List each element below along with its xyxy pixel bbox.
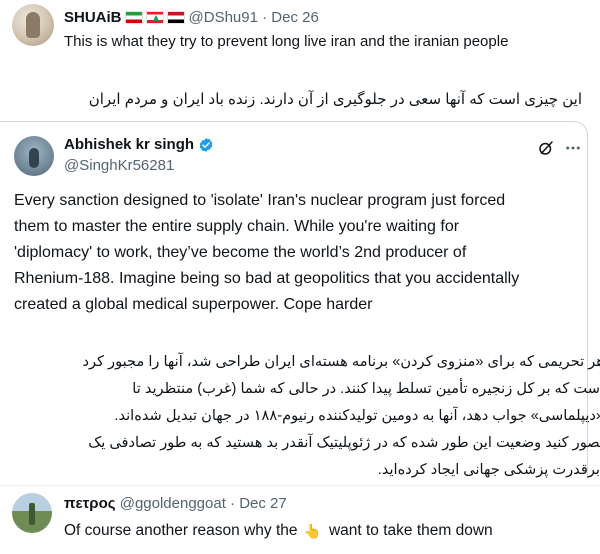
translation-text: هر تحریمی که برای «منزوی کردن» برنامه هس… <box>0 349 600 484</box>
iran-flag-icon <box>124 10 143 24</box>
quoted-post-text: Every sanction designed to 'isolate' Ira… <box>14 188 584 318</box>
translation-line: تصور کنید وضعیت این طور شده که در ژئوپلی… <box>88 435 600 451</box>
divider <box>0 485 600 486</box>
post-text-start: Of course another reason why the <box>64 522 298 539</box>
post-text-persian: این چیزی است که آنها سعی در جلوگیری از آ… <box>88 91 582 108</box>
quoted-text-line: them to master the entire supply chain. … <box>14 218 460 235</box>
post-text-end: want to take them down <box>328 522 493 539</box>
handle-date[interactable]: @ggoldenggoat · Dec 27 <box>120 495 287 512</box>
translation-line: «دیپلماسی» جواب دهد، آنها به دومین تولید… <box>114 408 600 424</box>
translation-line: ابرقدرت پزشکی جهانی ایجاد کرده‌اید. <box>377 462 600 478</box>
quoted-handle[interactable]: @SinghKr56281 <box>64 157 174 174</box>
quoted-avatar[interactable] <box>14 136 54 176</box>
translation-line: هر تحریمی که برای «منزوی کردن» برنامه هس… <box>82 354 600 370</box>
post-header: SHUAiB @DShu91 · Dec 26 <box>64 6 319 28</box>
quoted-text-line: Every sanction designed to 'isolate' Ira… <box>14 192 506 209</box>
display-name[interactable]: SHUAiB <box>64 9 122 26</box>
quoted-text-line: created a global medical superpower. Cop… <box>14 296 373 313</box>
display-name[interactable]: πετρος <box>64 495 116 512</box>
post-header: πετρος @ggoldenggoat · Dec 27 <box>64 495 287 512</box>
more-icon[interactable] <box>564 139 582 157</box>
verified-badge-icon <box>199 137 213 152</box>
post-text: This is what they try to prevent long li… <box>64 33 509 50</box>
pointing-up-emoji-icon: 👆 <box>303 523 321 539</box>
avatar[interactable] <box>12 4 54 46</box>
lebanon-flag-icon <box>145 10 164 24</box>
avatar-figure <box>29 503 35 525</box>
quoted-text-line: 'diplomacy' to work, they’ve become the … <box>14 244 467 261</box>
quoted-header: Abhishek kr singh <box>64 136 214 153</box>
grok-icon[interactable] <box>537 139 555 157</box>
translation-line: است که بر کل زنجیره تأمین تسلط پیدا کنند… <box>132 381 600 397</box>
handle-date[interactable]: @DShu91 · Dec 26 <box>189 9 319 26</box>
avatar-figure <box>26 12 40 38</box>
quoted-text-line: Rhenium-188. Imagine being so bad at geo… <box>14 270 520 287</box>
flags <box>124 10 185 24</box>
iraq-flag-icon <box>166 10 185 24</box>
quoted-display-name[interactable]: Abhishek kr singh <box>64 136 194 153</box>
post-text: Of course another reason why the 👆 want … <box>64 522 493 540</box>
avatar[interactable] <box>12 493 52 533</box>
avatar-figure <box>29 148 39 168</box>
